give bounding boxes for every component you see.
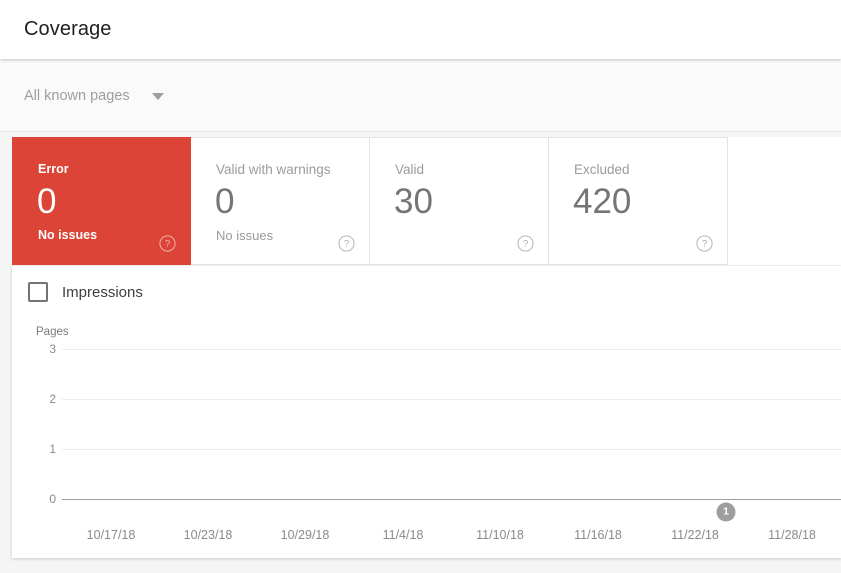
card-valid-label: Valid	[395, 162, 425, 177]
all-known-pages-dropdown[interactable]: All known pages	[24, 81, 164, 111]
coverage-chart-card: Impressions Pages 0123 10/17/18 10/23/18 1…	[12, 266, 841, 558]
card-error[interactable]: Error 0 No issues ?	[12, 137, 191, 265]
svg-text:?: ?	[344, 239, 350, 250]
coverage-page: Coverage All known pages Error 0 No issu…	[0, 0, 841, 573]
x-axis-tick-label: 10/17/18	[86, 528, 136, 542]
y-axis-tick-label: 1	[49, 442, 56, 456]
y-axis-tick-label: 0	[49, 492, 56, 506]
card-error-value: 0	[37, 182, 57, 221]
x-axis-tick-label: 11/22/18	[671, 528, 719, 542]
card-valid-with-warnings-label: Valid with warnings	[216, 162, 331, 177]
filter-bar: All known pages	[0, 59, 841, 132]
x-axis-tick-label: 11/16/18	[574, 528, 622, 542]
all-known-pages-label: All known pages	[24, 88, 130, 104]
coverage-summary-cards: Error 0 No issues ? Valid with warnings …	[12, 137, 841, 265]
gridline	[62, 399, 841, 400]
card-valid[interactable]: Valid 30 ?	[370, 137, 549, 265]
card-excluded[interactable]: Excluded 420 ?	[549, 137, 728, 265]
y-axis-tick-label: 3	[49, 342, 56, 356]
x-axis-tick-label: 11/4/18	[382, 528, 424, 542]
cards-trailing-space	[728, 137, 838, 265]
svg-text:?: ?	[165, 239, 171, 250]
help-circle-icon[interactable]: ?	[338, 235, 355, 252]
card-valid-with-warnings-status: No issues	[216, 228, 274, 243]
chart-annotation-marker[interactable]: 1	[716, 502, 736, 522]
x-axis-tick-label: 10/23/18	[183, 528, 233, 542]
card-excluded-label: Excluded	[574, 162, 630, 177]
help-circle-icon[interactable]: ?	[696, 235, 713, 252]
page-title: Coverage	[24, 18, 112, 40]
x-axis-tick-label: 11/10/18	[476, 528, 524, 542]
chevron-down-icon	[151, 92, 164, 100]
card-valid-with-warnings-value: 0	[215, 182, 235, 221]
gridline	[62, 449, 841, 450]
help-circle-icon[interactable]: ?	[159, 235, 176, 252]
card-valid-value: 30	[394, 182, 433, 221]
x-axis-tick-label: 11/28/18	[768, 528, 816, 542]
y-axis-tick-label: 2	[49, 392, 56, 406]
chart-plot-area: 0 1 2 3 10/17/18 10/23/18 10/29/18 11/4/18 11/1…	[12, 266, 841, 558]
svg-text:?: ?	[702, 239, 708, 250]
card-error-status: No issues	[38, 228, 98, 242]
x-axis-tick-label: 10/29/18	[280, 528, 330, 542]
help-circle-icon[interactable]: ?	[517, 235, 534, 252]
card-error-label: Error	[38, 162, 69, 176]
gridline	[62, 349, 841, 350]
card-excluded-value: 420	[573, 182, 632, 221]
gridline	[62, 499, 841, 500]
card-valid-with-warnings[interactable]: Valid with warnings 0 No issues ?	[191, 137, 370, 265]
page-header: Coverage	[0, 0, 841, 59]
svg-text:?: ?	[523, 239, 529, 250]
